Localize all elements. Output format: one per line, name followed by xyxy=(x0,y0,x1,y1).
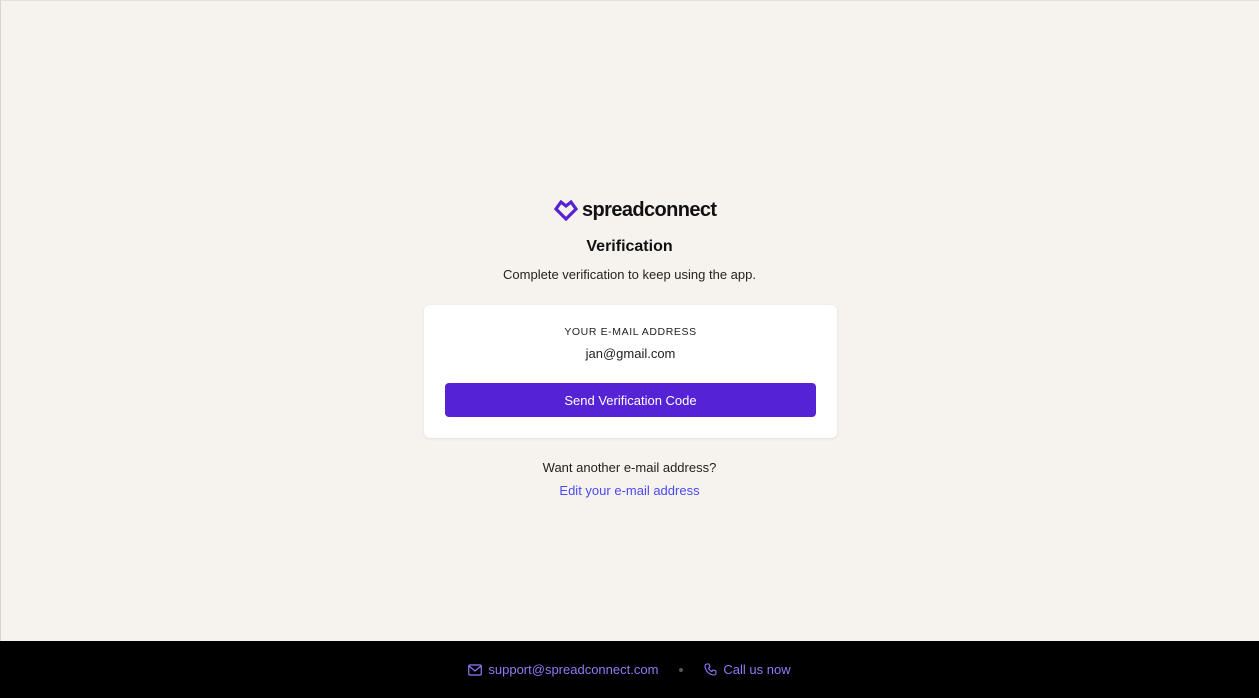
edit-email-link-row: Edit your e-mail address xyxy=(0,483,1259,498)
support-email-text: support@spreadconnect.com xyxy=(488,662,659,677)
main-area: spreadconnect Verification Complete veri… xyxy=(0,0,1259,641)
brand-logo: spreadconnect xyxy=(554,198,717,222)
mail-icon xyxy=(468,663,483,676)
call-us-link[interactable]: Call us now xyxy=(704,662,791,677)
edit-email-link[interactable]: Edit your e-mail address xyxy=(559,483,699,498)
page-subtitle: Complete verification to keep using the … xyxy=(503,267,756,282)
brand-name: spreadconnect xyxy=(582,198,717,221)
page-title: Verification xyxy=(586,238,673,255)
alternate-email-question: Want another e-mail address? xyxy=(542,460,717,475)
send-verification-code-button[interactable]: Send Verification Code xyxy=(445,383,816,417)
email-label: YOUR E-MAIL ADDRESS xyxy=(564,326,697,338)
phone-icon xyxy=(704,663,717,676)
support-email-link[interactable]: support@spreadconnect.com xyxy=(468,662,658,677)
verification-card: YOUR E-MAIL ADDRESS jan@gmail.com Send V… xyxy=(424,305,837,438)
footer-separator-dot xyxy=(679,667,684,672)
heart-diamond-icon xyxy=(554,199,578,221)
footer: support@spreadconnect.com Call us now xyxy=(0,641,1259,698)
call-us-text: Call us now xyxy=(723,662,791,677)
email-value: jan@gmail.com xyxy=(585,346,676,361)
